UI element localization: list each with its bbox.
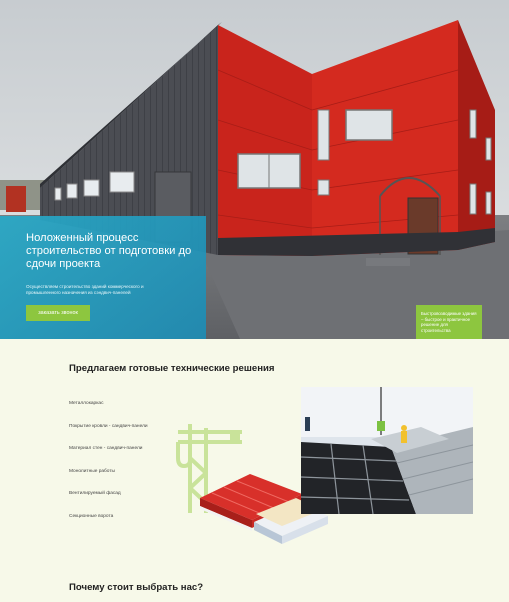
request-call-button[interactable]: заказать звонок <box>26 305 90 321</box>
hero-section: Ноложенный процесс строительство от подг… <box>0 0 509 339</box>
solutions-title: Предлагаем готовые технические решения <box>69 363 275 374</box>
roof-installation-photo <box>301 387 473 514</box>
hero-subtitle: Осуществляем строительство зданий коммер… <box>26 284 144 295</box>
why-us-title: Почему стоит выбрать нас? <box>69 582 204 593</box>
hero-title: Ноложенный процесс строительство от подг… <box>26 232 192 270</box>
hero-badge: Быстровозводимые здания – быстрое и прак… <box>416 305 482 339</box>
hero-card: Ноложенный процесс строительство от подг… <box>0 216 206 339</box>
